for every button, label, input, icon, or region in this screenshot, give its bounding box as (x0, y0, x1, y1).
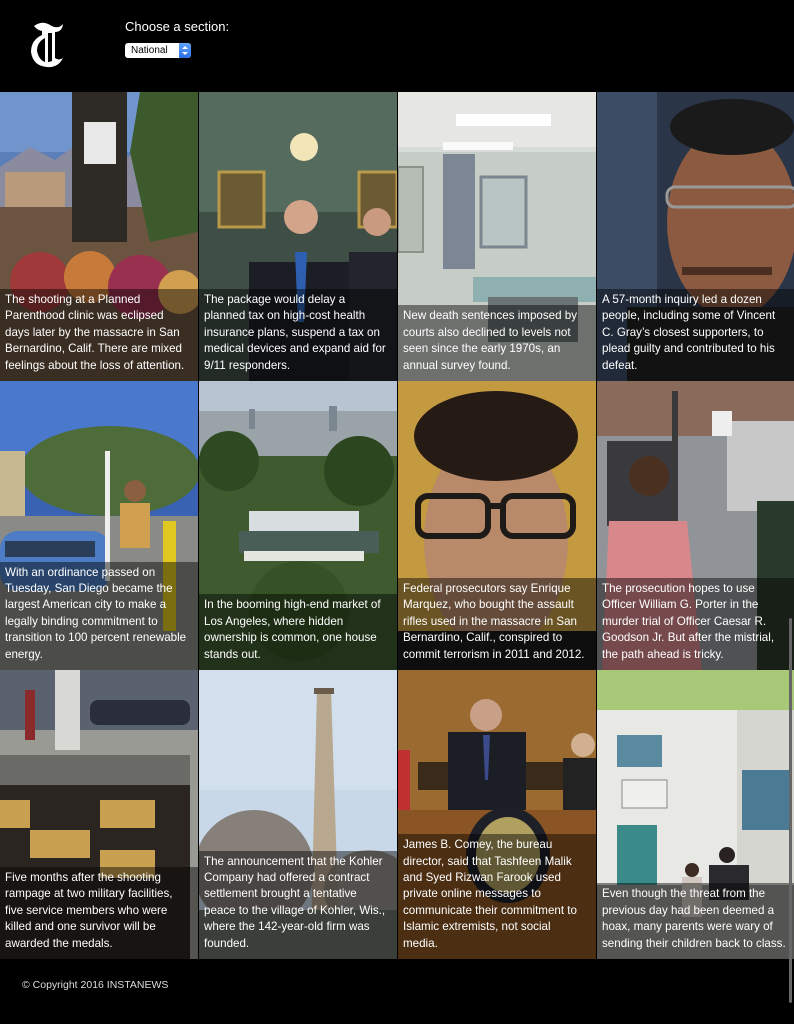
story-caption: A 57-month inquiry led a dozen people, i… (597, 288, 794, 381)
story-tile[interactable]: In the booming high-end market of Los An… (199, 381, 397, 670)
story-tile[interactable]: A 57-month inquiry led a dozen people, i… (597, 92, 794, 381)
story-tile[interactable]: Federal prosecutors say Enrique Marquez,… (398, 381, 596, 670)
story-caption: The announcement that the Kohler Company… (199, 850, 397, 959)
story-caption: With an ordinance passed on Tuesday, San… (0, 561, 198, 670)
story-tile[interactable]: James B. Comey, the bureau director, sai… (398, 670, 596, 959)
story-caption: The shooting at a Planned Parenthood cli… (0, 288, 198, 381)
story-tile[interactable]: The announcement that the Kohler Company… (199, 670, 397, 959)
story-caption: James B. Comey, the bureau director, sai… (398, 834, 596, 959)
story-tile[interactable]: The prosecution hopes to use Officer Wil… (597, 381, 794, 670)
story-grid: The shooting at a Planned Parenthood cli… (0, 92, 794, 959)
story-tile[interactable]: Five months after the shooting rampage a… (0, 670, 198, 959)
story-caption: In the booming high-end market of Los An… (199, 594, 397, 670)
section-select-value: National (131, 45, 168, 56)
section-select[interactable]: National (125, 43, 191, 58)
nyt-t-logo-icon[interactable] (28, 18, 66, 70)
chevron-updown-icon (179, 43, 191, 58)
story-tile[interactable]: With an ordinance passed on Tuesday, San… (0, 381, 198, 670)
footer-copyright: © Copyright 2016 INSTANEWS (22, 979, 169, 991)
story-tile[interactable]: The shooting at a Planned Parenthood cli… (0, 92, 198, 381)
story-tile[interactable]: Even though the threat from the previous… (597, 670, 794, 959)
site-header: Choose a section: National (0, 0, 794, 92)
story-caption: The prosecution hopes to use Officer Wil… (597, 577, 794, 670)
story-tile[interactable]: The package would delay a planned tax on… (199, 92, 397, 381)
scrollbar-thumb[interactable] (789, 618, 792, 1003)
story-caption: The package would delay a planned tax on… (199, 288, 397, 381)
story-tile[interactable]: New death sentences imposed by courts al… (398, 92, 596, 381)
story-caption: Five months after the shooting rampage a… (0, 866, 198, 959)
choose-section-label: Choose a section: (125, 19, 230, 34)
story-caption: Even though the threat from the previous… (597, 883, 794, 959)
story-caption: Federal prosecutors say Enrique Marquez,… (398, 577, 596, 670)
story-caption: New death sentences imposed by courts al… (398, 305, 596, 381)
